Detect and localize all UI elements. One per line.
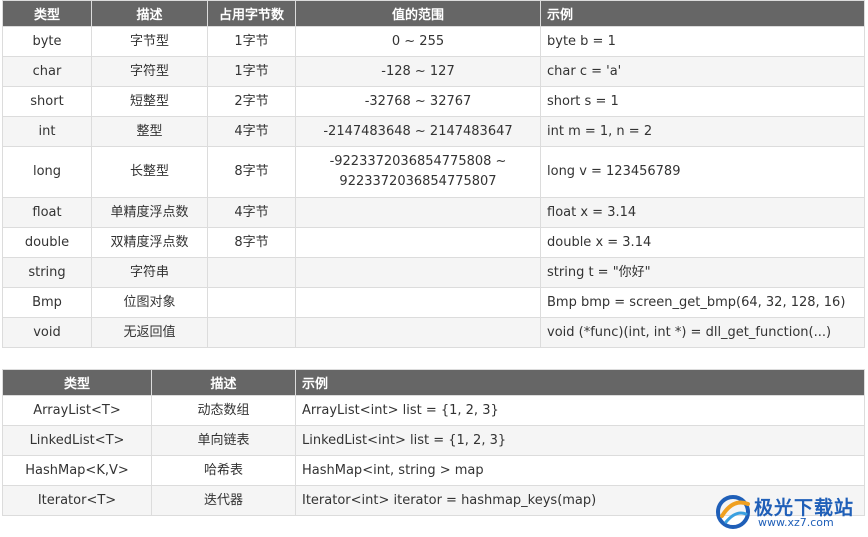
cell-range: -9223372036854775808 ~ 92233720368547758…	[295, 146, 541, 198]
cell-type: int	[2, 116, 92, 147]
cell-desc: 字节型	[91, 26, 208, 57]
cell-range: -2147483648 ~ 2147483647	[295, 116, 541, 147]
cell-range: -128 ~ 127	[295, 56, 541, 87]
table-row: short 短整型 2字节 -32768 ~ 32767 short s = 1	[2, 86, 865, 117]
table-row: float 单精度浮点数 4字节 float x = 3.14	[2, 197, 865, 228]
cell-type: string	[2, 257, 92, 288]
cell-example: void (*func)(int, int *) = dll_get_funct…	[540, 317, 865, 348]
cell-type: Iterator<T>	[2, 485, 152, 516]
cell-desc: 单向链表	[151, 425, 296, 456]
table-header-row: 类型 描述 示例	[2, 369, 865, 396]
cell-bytes: 2字节	[207, 86, 296, 117]
header-bytes: 占用字节数	[207, 0, 296, 27]
cell-desc: 整型	[91, 116, 208, 147]
cell-bytes: 8字节	[207, 146, 296, 198]
cell-range	[295, 287, 541, 318]
cell-example: char c = 'a'	[540, 56, 865, 87]
aurora-logo-icon	[716, 495, 750, 529]
cell-desc: 无返回值	[91, 317, 208, 348]
cell-example: HashMap<int, string > map	[295, 455, 865, 486]
cell-range	[295, 227, 541, 258]
cell-desc: 位图对象	[91, 287, 208, 318]
cell-example: int m = 1, n = 2	[540, 116, 865, 147]
cell-type: void	[2, 317, 92, 348]
cell-example: short s = 1	[540, 86, 865, 117]
cell-desc: 字符型	[91, 56, 208, 87]
cell-desc: 长整型	[91, 146, 208, 198]
header-desc: 描述	[91, 0, 208, 27]
header-type: 类型	[2, 369, 152, 396]
table-header-row: 类型 描述 占用字节数 值的范围 示例	[2, 0, 865, 27]
header-example: 示例	[540, 0, 865, 27]
cell-range	[295, 257, 541, 288]
cell-type: float	[2, 197, 92, 228]
cell-bytes	[207, 257, 296, 288]
table-row: char 字符型 1字节 -128 ~ 127 char c = 'a'	[2, 56, 865, 87]
cell-type: HashMap<K,V>	[2, 455, 152, 486]
cell-type: Bmp	[2, 287, 92, 318]
header-range: 值的范围	[295, 0, 541, 27]
cell-type: byte	[2, 26, 92, 57]
cell-type: LinkedList<T>	[2, 425, 152, 456]
primitive-types-table: 类型 描述 占用字节数 值的范围 示例 byte 字节型 1字节 0 ~ 255…	[2, 0, 865, 348]
cell-example: long v = 123456789	[540, 146, 865, 198]
cell-bytes: 1字节	[207, 26, 296, 57]
cell-type: short	[2, 86, 92, 117]
table-row: Bmp 位图对象 Bmp bmp = screen_get_bmp(64, 32…	[2, 287, 865, 318]
cell-bytes: 1字节	[207, 56, 296, 87]
range-line-2: 9223372036854775807	[339, 174, 497, 189]
cell-example: Bmp bmp = screen_get_bmp(64, 32, 128, 16…	[540, 287, 865, 318]
table-row: double 双精度浮点数 8字节 double x = 3.14	[2, 227, 865, 258]
cell-bytes: 4字节	[207, 197, 296, 228]
cell-desc: 单精度浮点数	[91, 197, 208, 228]
cell-desc: 双精度浮点数	[91, 227, 208, 258]
cell-example: double x = 3.14	[540, 227, 865, 258]
cell-type: long	[2, 146, 92, 198]
cell-range: 0 ~ 255	[295, 26, 541, 57]
table-row: void 无返回值 void (*func)(int, int *) = dll…	[2, 317, 865, 348]
cell-desc: 动态数组	[151, 395, 296, 426]
cell-example: LinkedList<int> list = {1, 2, 3}	[295, 425, 865, 456]
cell-range	[295, 317, 541, 348]
table-row: ArrayList<T> 动态数组 ArrayList<int> list = …	[2, 395, 865, 426]
cell-example: byte b = 1	[540, 26, 865, 57]
cell-type: ArrayList<T>	[2, 395, 152, 426]
cell-type: double	[2, 227, 92, 258]
cell-desc: 字符串	[91, 257, 208, 288]
table-row: byte 字节型 1字节 0 ~ 255 byte b = 1	[2, 26, 865, 57]
cell-desc: 迭代器	[151, 485, 296, 516]
table-row: string 字符串 string t = "你好"	[2, 257, 865, 288]
table-row: int 整型 4字节 -2147483648 ~ 2147483647 int …	[2, 116, 865, 147]
cell-example: ArrayList<int> list = {1, 2, 3}	[295, 395, 865, 426]
watermark-logo: 极光下载站 www.xz7.com	[712, 491, 862, 533]
cell-example: string t = "你好"	[540, 257, 865, 288]
cell-desc: 哈希表	[151, 455, 296, 486]
header-example: 示例	[295, 369, 865, 396]
cell-example: float x = 3.14	[540, 197, 865, 228]
table-row: LinkedList<T> 单向链表 LinkedList<int> list …	[2, 425, 865, 456]
table-row: long 长整型 8字节 -9223372036854775808 ~ 9223…	[2, 146, 865, 198]
cell-type: char	[2, 56, 92, 87]
range-line-1: -9223372036854775808 ~	[329, 154, 507, 169]
cell-range	[295, 197, 541, 228]
header-type: 类型	[2, 0, 92, 27]
cell-bytes	[207, 317, 296, 348]
cell-range: -32768 ~ 32767	[295, 86, 541, 117]
header-desc: 描述	[151, 369, 296, 396]
cell-bytes: 8字节	[207, 227, 296, 258]
table-row: HashMap<K,V> 哈希表 HashMap<int, string > m…	[2, 455, 865, 486]
cell-bytes	[207, 287, 296, 318]
cell-desc: 短整型	[91, 86, 208, 117]
watermark-url: www.xz7.com	[758, 516, 834, 529]
cell-bytes: 4字节	[207, 116, 296, 147]
